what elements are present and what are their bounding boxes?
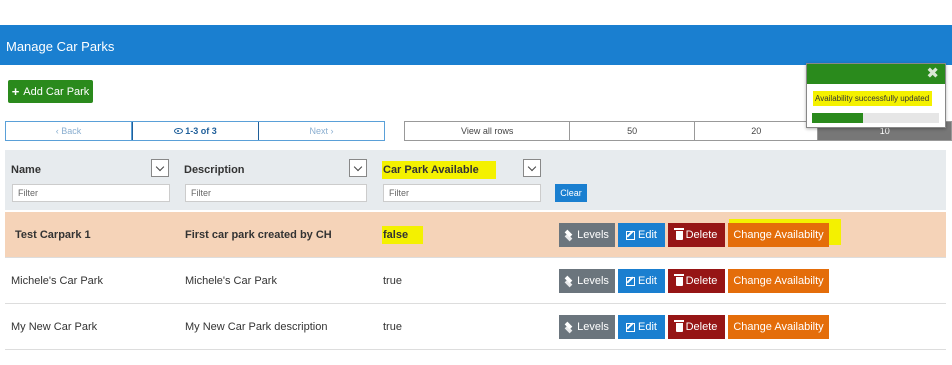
trash-icon [674, 274, 685, 286]
chevron-down-icon [155, 162, 165, 171]
chevron-right-icon: › [328, 126, 334, 136]
sort-button-available[interactable] [523, 159, 541, 177]
edit-icon [626, 322, 636, 332]
rows-option-20[interactable]: 20 [695, 122, 819, 140]
delete-button[interactable]: Delete [668, 269, 725, 293]
chevron-down-icon [527, 162, 537, 171]
layers-icon [565, 277, 574, 286]
page-title: Manage Car Parks [6, 39, 115, 54]
chevron-down-icon [353, 162, 363, 171]
layers-icon [565, 323, 574, 332]
edit-label: Edit [638, 275, 657, 287]
change-availability-button[interactable]: Change Availabilty [728, 223, 829, 247]
toast-progress-fill [812, 113, 863, 123]
delete-button[interactable]: Delete [668, 223, 725, 247]
success-toast: ✖ Availability successfully updated [806, 63, 946, 128]
sort-button-description[interactable] [349, 159, 367, 177]
rows-option-all[interactable]: View all rows [405, 122, 571, 140]
add-car-park-label: Add Car Park [23, 85, 90, 98]
eye-icon [174, 128, 184, 134]
sort-button-name[interactable] [151, 159, 169, 177]
row-available: false [382, 226, 424, 244]
filter-input-description[interactable] [185, 184, 367, 202]
layers-icon [565, 231, 574, 240]
row-actions: Levels Edit Delete Change Availabilty [559, 223, 829, 247]
column-title-name: Name [11, 164, 41, 176]
close-icon[interactable]: ✖ [926, 66, 939, 81]
row-actions: Levels Edit Delete Change Availabilty [559, 269, 829, 293]
table-row[interactable]: Test Carpark 1 First car park created by… [5, 212, 946, 258]
row-description: My New Car Park description [185, 321, 328, 333]
pager-current-label: 1-3 of 3 [185, 126, 217, 136]
table-row[interactable]: My New Car Park My New Car Park descript… [5, 304, 946, 350]
pager-next-button[interactable]: Next › [259, 122, 384, 140]
column-title-available: Car Park Available [382, 161, 496, 179]
add-car-park-button[interactable]: + Add Car Park [8, 80, 93, 103]
levels-label: Levels [577, 275, 609, 287]
pagination: ‹ Back 1-3 of 3 Next › [5, 121, 385, 141]
rows-option-50[interactable]: 50 [570, 122, 695, 140]
toast-message: Availability successfully updated [813, 91, 933, 106]
levels-button[interactable]: Levels [559, 315, 615, 339]
delete-label: Delete [685, 275, 718, 287]
trash-icon [674, 228, 685, 240]
edit-icon [626, 230, 636, 240]
toast-header: ✖ [807, 64, 945, 84]
row-name: Test Carpark 1 [15, 229, 91, 241]
plus-icon: + [11, 84, 20, 99]
change-availability-button[interactable]: Change Availabilty [728, 315, 829, 339]
delete-label: Delete [685, 321, 718, 333]
pager-current-page[interactable]: 1-3 of 3 [132, 122, 259, 140]
row-name: Michele's Car Park [11, 275, 103, 287]
levels-label: Levels [577, 321, 609, 333]
header-bar: Manage Car Parks [0, 25, 952, 65]
row-available: true [383, 275, 402, 287]
change-availability-button[interactable]: Change Availabilty [728, 269, 829, 293]
levels-label: Levels [577, 229, 609, 241]
pager-next-label: Next [309, 126, 328, 136]
edit-icon [626, 276, 636, 286]
column-title-description: Description [184, 164, 245, 176]
grid-header: Name Description Car Park Available Clea… [5, 150, 946, 210]
row-available: true [383, 321, 402, 333]
pager-back-label: Back [61, 126, 82, 136]
levels-button[interactable]: Levels [559, 269, 615, 293]
table-row[interactable]: Michele's Car Park Michele's Car Park tr… [5, 258, 946, 304]
trash-icon [674, 320, 685, 332]
edit-button[interactable]: Edit [618, 315, 665, 339]
edit-label: Edit [638, 229, 657, 241]
toast-progress-bar [812, 113, 939, 123]
filter-input-available[interactable] [383, 184, 541, 202]
pager-back-button[interactable]: ‹ Back [6, 122, 132, 140]
row-name: My New Car Park [11, 321, 98, 333]
edit-button[interactable]: Edit [618, 269, 665, 293]
edit-button[interactable]: Edit [618, 223, 665, 247]
row-description: First car park created by CH [185, 229, 332, 241]
edit-label: Edit [638, 321, 657, 333]
delete-button[interactable]: Delete [668, 315, 725, 339]
row-description: Michele's Car Park [185, 275, 277, 287]
delete-label: Delete [685, 229, 718, 241]
filter-input-name[interactable] [12, 184, 170, 202]
levels-button[interactable]: Levels [559, 223, 615, 247]
row-actions: Levels Edit Delete Change Availabilty [559, 315, 829, 339]
clear-filters-button[interactable]: Clear [555, 184, 587, 202]
